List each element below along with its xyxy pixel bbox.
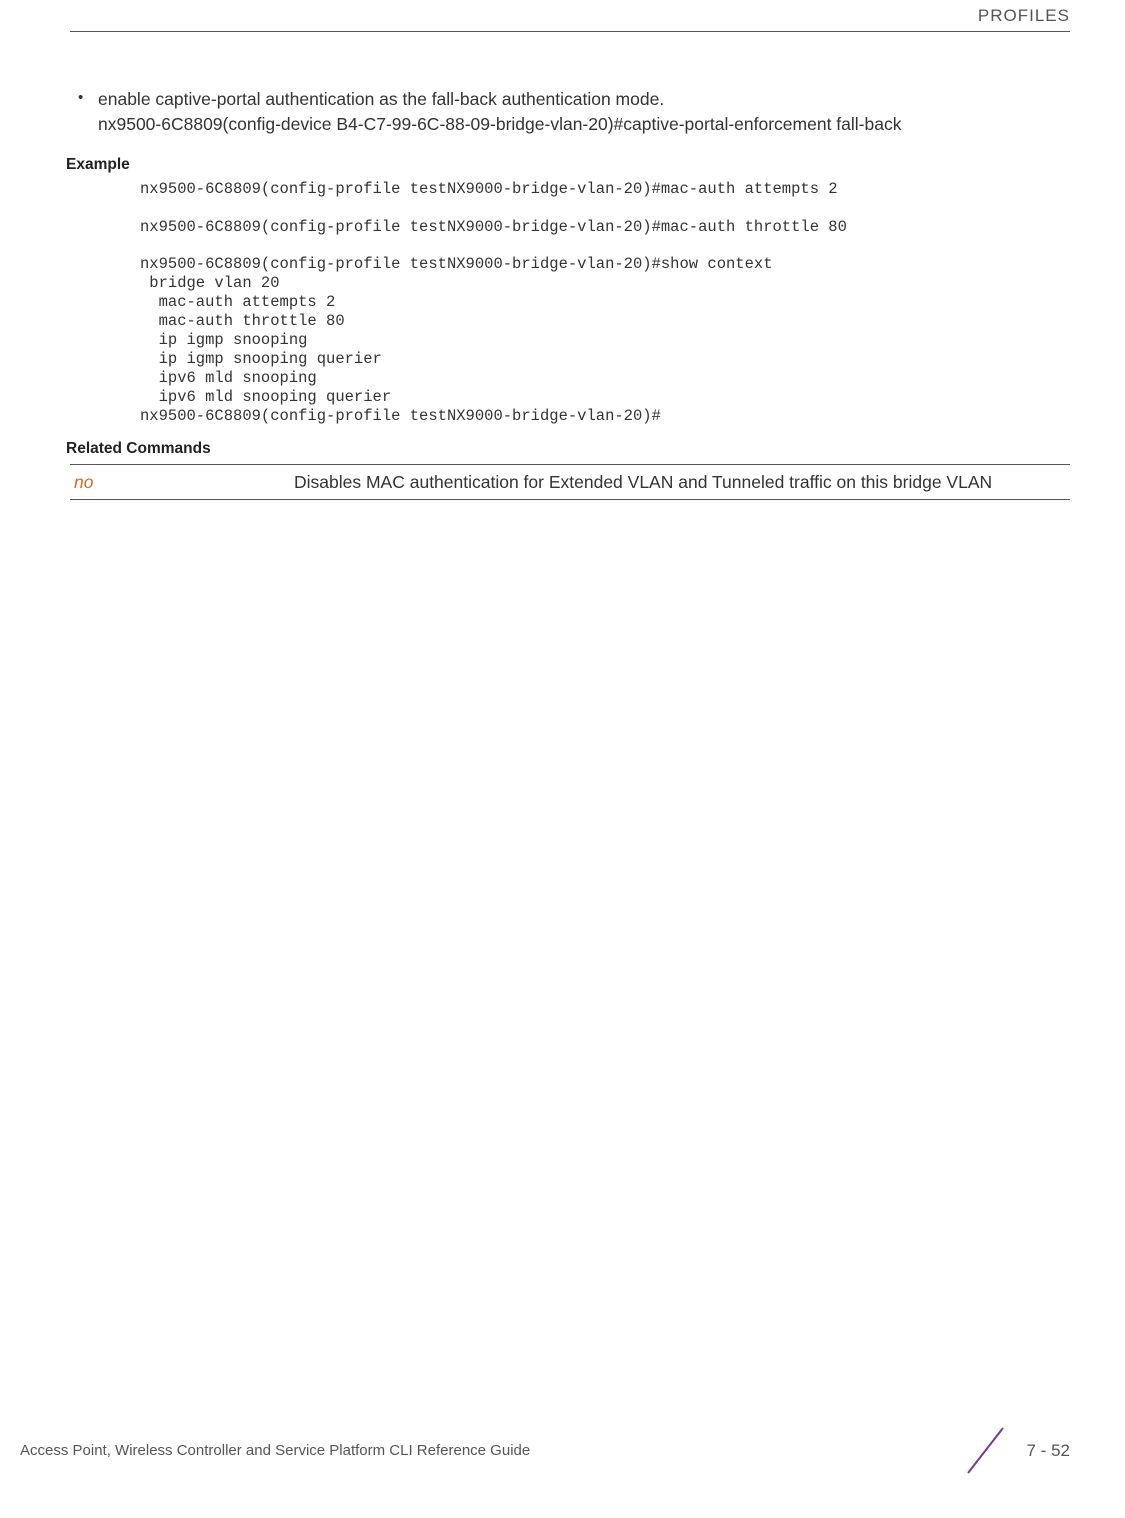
table-row: no Disables MAC authentication for Exten… (70, 464, 1070, 500)
section-title: PROFILES (978, 6, 1070, 26)
footer-line: Access Point, Wireless Controller and Se… (20, 1423, 1070, 1478)
page: PROFILES • enable captive-portal authent… (0, 0, 1125, 1518)
example-heading: Example (66, 156, 1070, 174)
command-name: no (70, 464, 290, 500)
slash-icon (958, 1423, 1013, 1478)
related-commands-heading: Related Commands (66, 440, 1070, 458)
example-code: nx9500-6C8809(config-profile testNX9000-… (140, 180, 1070, 426)
page-footer: Access Point, Wireless Controller and Se… (0, 1423, 1125, 1478)
bullet-item: • enable captive-portal authentication a… (78, 87, 1070, 138)
page-header: PROFILES (70, 0, 1070, 32)
footer-right: 7 - 52 (958, 1423, 1070, 1478)
bullet-icon: • (78, 87, 98, 138)
bullet-line-2: nx9500-6C8809(config-device B4-C7-99-6C-… (98, 114, 901, 134)
related-commands-table: no Disables MAC authentication for Exten… (70, 464, 1070, 501)
page-number: 7 - 52 (1027, 1441, 1070, 1461)
bullet-line-1: enable captive-portal authentication as … (98, 89, 664, 109)
footer-title: Access Point, Wireless Controller and Se… (20, 1442, 530, 1459)
command-description: Disables MAC authentication for Extended… (290, 464, 1070, 500)
bullet-text: enable captive-portal authentication as … (98, 87, 1070, 138)
content-body: • enable captive-portal authentication a… (70, 32, 1070, 500)
